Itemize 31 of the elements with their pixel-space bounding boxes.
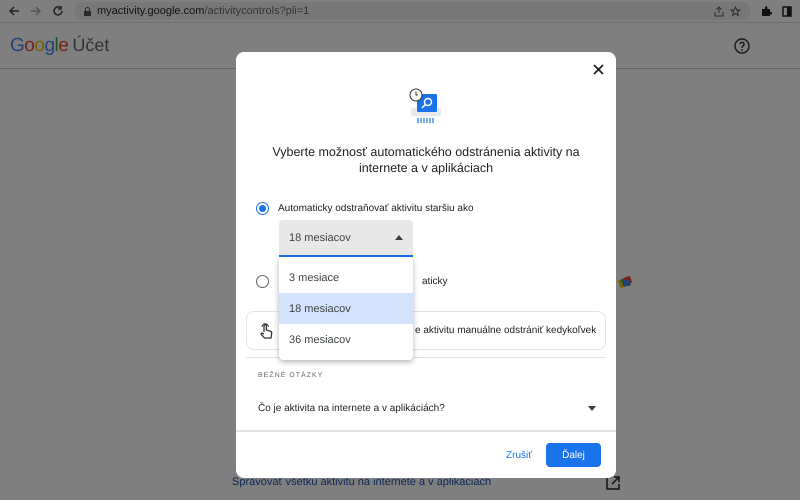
close-icon[interactable] (591, 62, 606, 77)
radio-button[interactable] (256, 202, 269, 214)
hand-icon (259, 322, 273, 338)
menu-item[interactable]: 18 mesiacov (279, 293, 413, 324)
address-bar[interactable]: myactivity.google.com/activitycontrols?pli=1 (74, 2, 751, 20)
share-icon[interactable] (714, 6, 724, 16)
info-text: e aktivitu manuálne odstrániť kedykoľvek (415, 325, 596, 336)
product-name: Účet (72, 35, 110, 56)
menu-item[interactable]: 3 mesiace (279, 262, 413, 293)
radio-button[interactable] (256, 274, 269, 288)
help-icon[interactable] (734, 38, 750, 54)
option-label: aticky (422, 276, 448, 286)
option-label: Automaticky odstraňovať aktivitu staršiu ako (278, 202, 474, 214)
faq-item[interactable]: Čo je aktivita na internete a v aplikáciách? (258, 403, 596, 414)
shredder-drawing (408, 88, 444, 126)
cancel-button[interactable]: Zrušiť (506, 444, 532, 466)
reload-icon[interactable] (52, 5, 64, 17)
sidebar-icon[interactable] (782, 6, 792, 16)
url-text: myactivity.google.com/activitycontrols?pli=1 (97, 5, 310, 17)
star-icon[interactable] (730, 6, 741, 16)
back-arrow-icon[interactable] (8, 5, 20, 17)
period-dropdown[interactable]: 18 mesiacov (279, 220, 413, 257)
menu-item[interactable]: 36 mesiacov (279, 324, 413, 355)
caret-up-icon (395, 235, 403, 240)
puzzle-icon[interactable] (761, 6, 772, 16)
colorful-app-icon (618, 276, 632, 290)
next-button[interactable]: Ďalej (546, 443, 601, 467)
external-link-icon[interactable] (606, 476, 620, 490)
lock-icon (84, 6, 91, 16)
dialog-title: Vyberte možnosť automatického odstránenia aktivity na internete a v aplikáciach (271, 144, 581, 176)
manage-activity-link[interactable]: Spravovať všetku aktivitu na internete a v aplikáciach (232, 476, 492, 488)
